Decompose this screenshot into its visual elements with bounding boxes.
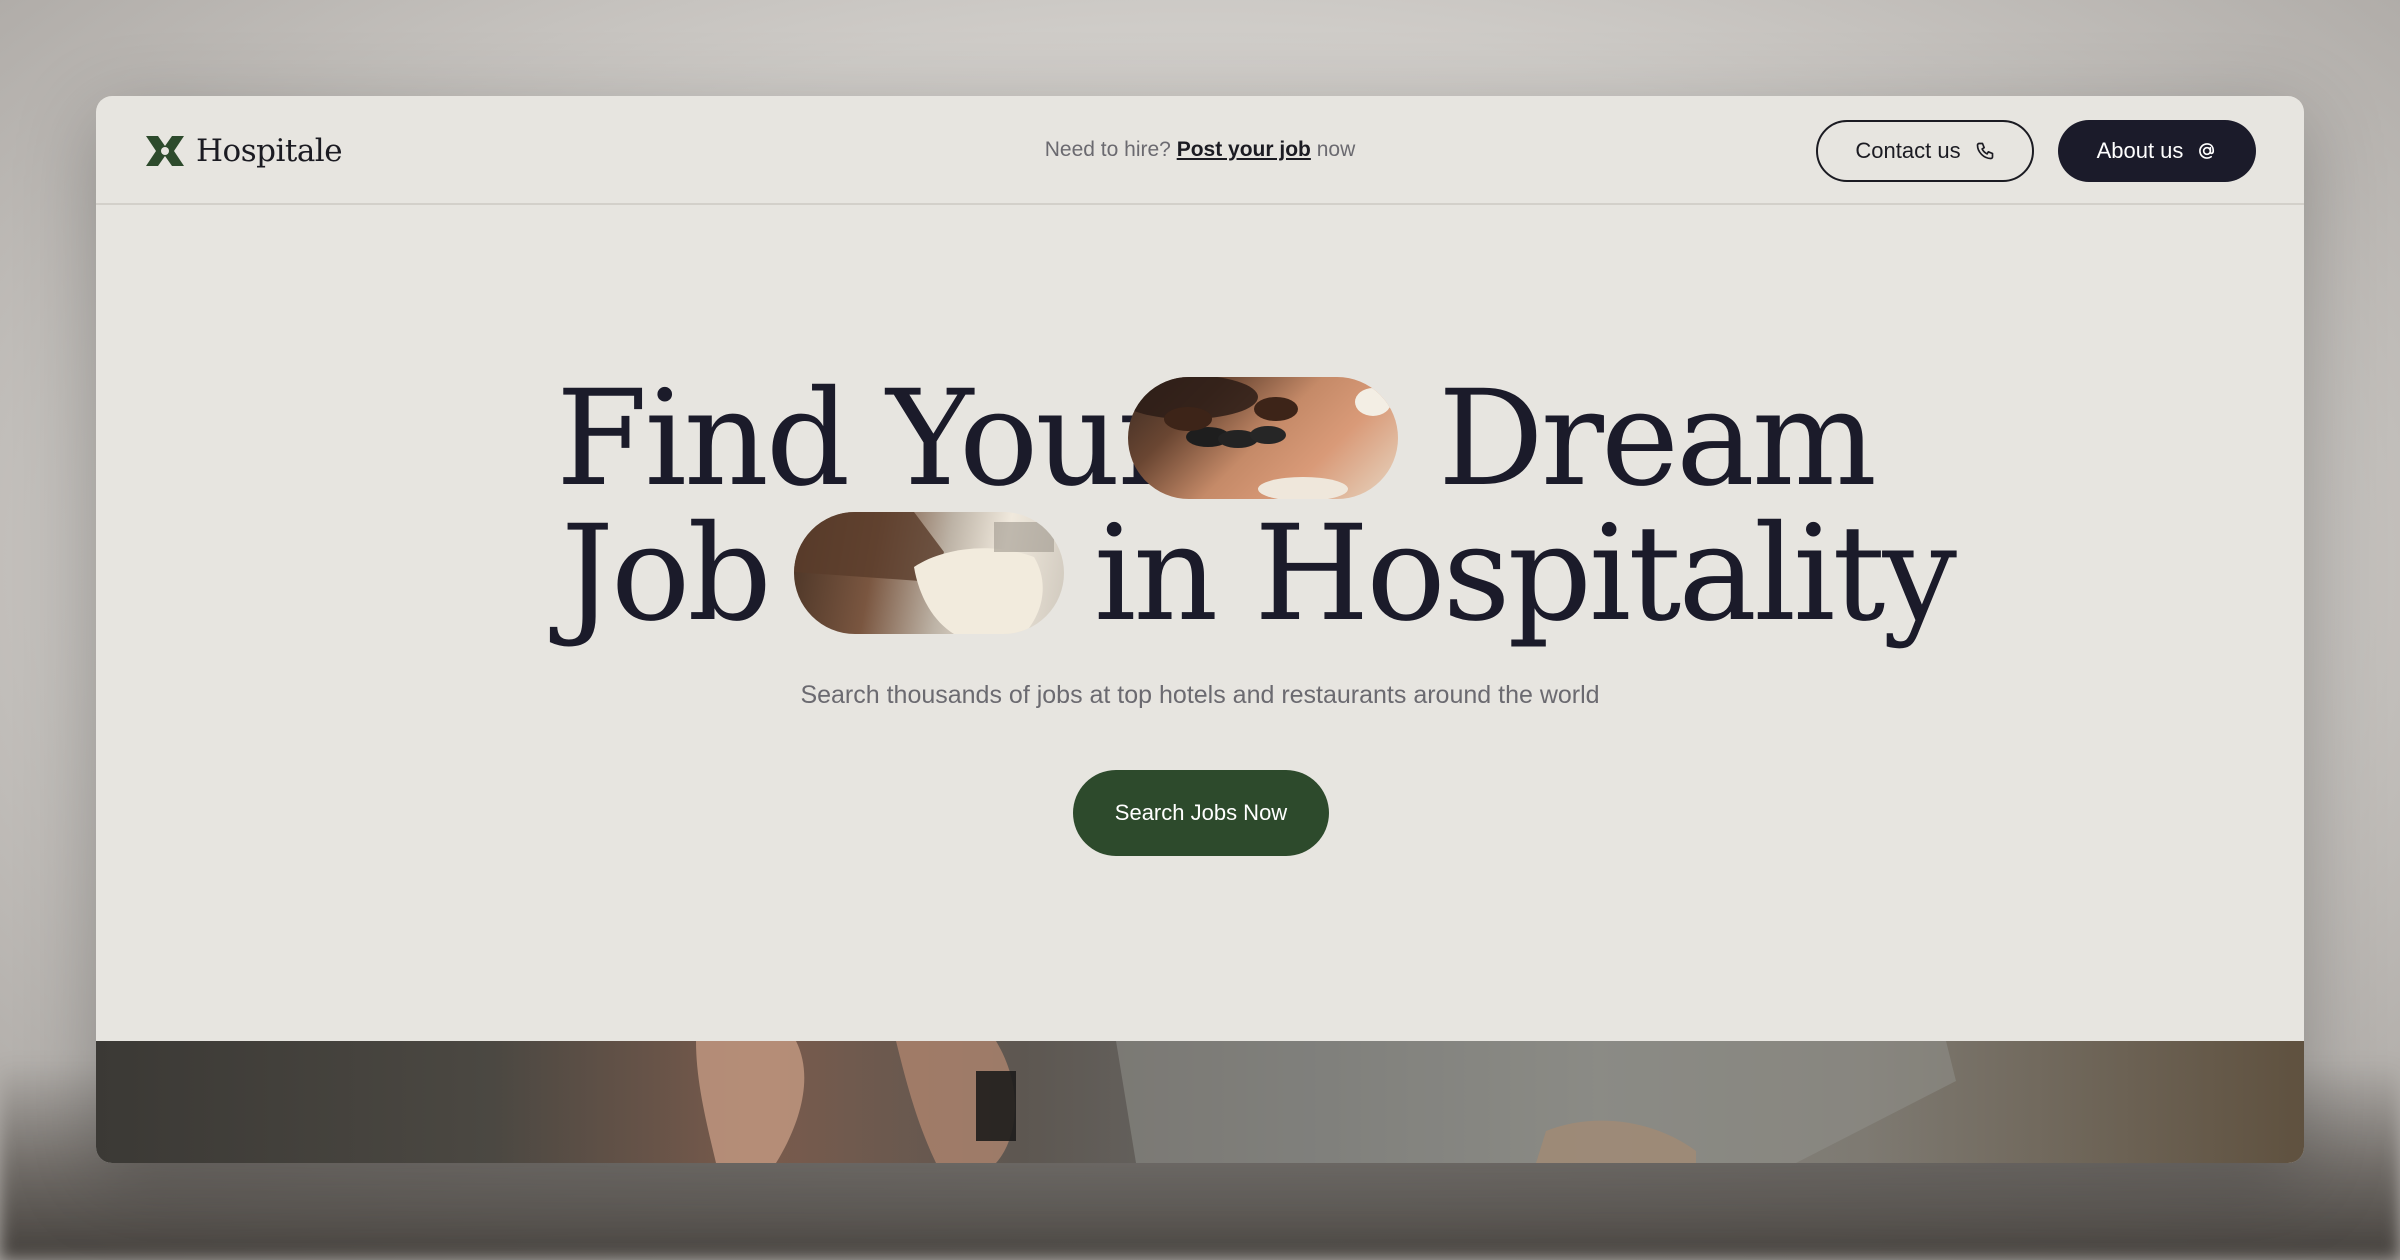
hire-suffix: now (1316, 138, 1356, 161)
towel-image (794, 512, 1064, 634)
hero-line1-right: Dream (1438, 362, 1877, 516)
post-job-link[interactable]: Post your job (1177, 138, 1311, 161)
about-label: About us (2096, 138, 2184, 163)
contact-label: Contact us (1855, 138, 1961, 163)
about-button[interactable]: About us (2058, 120, 2256, 182)
bottom-hero-image (96, 1041, 2304, 1163)
hire-prefix: Need to hire? (1044, 138, 1171, 161)
search-jobs-button[interactable]: Search Jobs Now (1073, 770, 1329, 856)
spa-massage-image (1128, 377, 1398, 499)
hero-subtitle: Search thousands of jobs at top hotels a… (800, 681, 1600, 709)
hero-line2-left: Job (561, 497, 772, 651)
navbar: Hospitale Need to hire? Post your job no… (96, 96, 2304, 205)
at-sign-icon (2199, 143, 2215, 159)
hero-line1-left: Find Your (556, 362, 1181, 516)
phone-icon (1976, 142, 1993, 160)
hero-line2-right: in Hospitality (1094, 497, 1957, 651)
contact-button[interactable]: Contact us (1816, 120, 2034, 182)
search-jobs-label: Search Jobs Now (1114, 800, 1288, 825)
browser-window: Hospitale Need to hire? Post your job no… (96, 96, 2304, 1163)
